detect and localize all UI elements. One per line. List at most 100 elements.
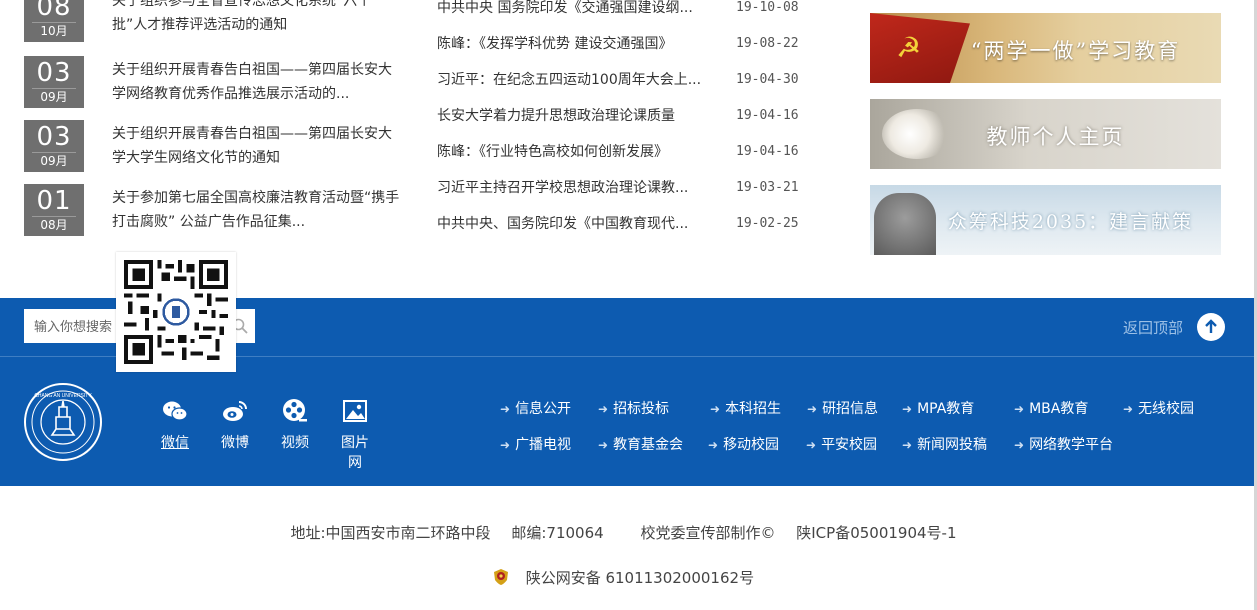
link-label[interactable]: 广播电视: [515, 437, 571, 453]
link-undergrad[interactable]: ➜ 本科招生: [710, 398, 781, 418]
link-label[interactable]: 研招信息: [822, 401, 878, 417]
link-label[interactable]: 网络教学平台: [1029, 437, 1113, 453]
link-info-public[interactable]: ➜ 信息公开: [500, 398, 571, 418]
arrow-right-icon: ➜: [598, 438, 609, 452]
footer-police: 陕公网安备 61011302000162号: [0, 567, 1247, 588]
social-label[interactable]: 视频: [276, 432, 314, 452]
police-badge-icon: [493, 569, 508, 585]
news-title[interactable]: 长安大学着力提升思想政治理论课质量: [437, 106, 707, 126]
news-item[interactable]: 中共中央 国务院印发《交通强国建设纲... 19-10-08: [437, 0, 807, 22]
social-label[interactable]: 图片网: [336, 432, 374, 472]
notice-title[interactable]: 关于参加第七届全国高校廉洁教育活动暨“携手打击腐败” 公益广告作品征集...: [112, 186, 404, 234]
news-item[interactable]: 陈峰：《行业特色高校如何创新发展》 19-04-16: [437, 142, 807, 166]
banner-study-education[interactable]: ☭ “两学一做”学习教育: [870, 13, 1221, 83]
date-box: 03 09月: [24, 56, 84, 108]
news-date: 19-08-22: [736, 36, 799, 51]
notice-item[interactable]: 08 10月 关于组织参与全省宣传思想文化系统“六个一批”人才推荐评选活动的通知: [24, 0, 404, 46]
link-bidding[interactable]: ➜ 招标投标: [598, 398, 669, 418]
social-label[interactable]: 微博: [216, 432, 254, 452]
footer-address: 地址:中国西安市南二环路中段: [290, 524, 491, 542]
link-mba[interactable]: ➜ MBA教育: [1014, 398, 1088, 418]
date-day: 01: [36, 186, 72, 216]
news-title[interactable]: 陈峰：《行业特色高校如何创新发展》: [437, 142, 707, 162]
link-foundation[interactable]: ➜ 教育基金会: [598, 434, 683, 454]
date-box: 03 09月: [24, 120, 84, 172]
date-box: 01 08月: [24, 184, 84, 236]
image-icon: [343, 400, 367, 422]
social-links: 微信 微博 视频 图片网: [156, 398, 374, 472]
arrow-right-icon: ➜: [708, 438, 719, 452]
social-wechat[interactable]: 微信: [156, 398, 194, 472]
link-safe-campus[interactable]: ➜ 平安校园: [806, 434, 877, 454]
link-wireless[interactable]: ➜ 无线校园: [1123, 398, 1194, 418]
notice-title[interactable]: 关于组织开展青春告白祖国——第四届长安大学网络教育优秀作品推选展示活动的...: [112, 58, 404, 106]
news-date: 19-04-30: [736, 72, 799, 87]
link-online-teaching[interactable]: ➜ 网络教学平台: [1014, 434, 1113, 454]
news-date: 19-10-08: [736, 0, 799, 15]
arrow-right-icon: ➜: [1014, 402, 1025, 416]
date-day: 03: [36, 58, 72, 88]
news-item[interactable]: 中共中央、国务院印发《中国教育现代... 19-02-25: [437, 214, 807, 238]
news-item[interactable]: 习近平：在纪念五四运动100周年大会上... 19-04-30: [437, 70, 807, 94]
social-video[interactable]: 视频: [276, 398, 314, 472]
arrow-right-icon: ➜: [598, 402, 609, 416]
link-broadcast[interactable]: ➜ 广播电视: [500, 434, 571, 454]
banner-crowdsource-2035[interactable]: 众筹科技2035：建言献策: [870, 185, 1221, 255]
news-title[interactable]: 习近平主持召开学校思想政治理论课教...: [437, 178, 707, 198]
social-label[interactable]: 微信: [156, 432, 194, 452]
link-mpa[interactable]: ➜ MPA教育: [902, 398, 974, 418]
link-label[interactable]: 移动校园: [723, 437, 779, 453]
link-label[interactable]: 新闻网投稿: [917, 437, 987, 453]
link-grad[interactable]: ➜ 研招信息: [807, 398, 878, 418]
news-title[interactable]: 中共中央、国务院印发《中国教育现代...: [437, 214, 707, 234]
arrow-up-icon[interactable]: [1197, 313, 1225, 341]
footer-icp[interactable]: 陕ICP备05001904号-1: [796, 524, 956, 542]
arrow-right-icon: ➜: [902, 438, 913, 452]
news-item[interactable]: 陈峰：《发挥学科优势 建设交通强国》 19-08-22: [437, 34, 807, 58]
video-icon: [283, 399, 307, 422]
arrow-right-icon: ➜: [806, 438, 817, 452]
back-to-top-button[interactable]: 返回顶部: [1123, 313, 1225, 341]
arrow-right-icon: ➜: [807, 402, 818, 416]
social-weibo[interactable]: 微博: [216, 398, 254, 472]
news-title[interactable]: 陈峰：《发挥学科优势 建设交通强国》: [437, 34, 707, 54]
arrow-right-icon: ➜: [500, 438, 511, 452]
university-logo: CHANG'AN UNIVERSITY: [24, 383, 102, 461]
footer-maker: 校党委宣传部制作©: [640, 524, 776, 542]
notice-item[interactable]: 01 08月 关于参加第七届全国高校廉洁教育活动暨“携手打击腐败” 公益广告作品…: [24, 184, 404, 240]
notice-item[interactable]: 03 09月 关于组织开展青春告白祖国——第四届长安大学大学生网络文化节的通知: [24, 120, 404, 176]
footer-info: 地址:中国西安市南二环路中段 邮编:710064 校党委宣传部制作© 陕ICP备…: [0, 522, 1247, 543]
news-title[interactable]: 习近平：在纪念五四运动100周年大会上...: [437, 70, 707, 90]
notice-item[interactable]: 03 09月 关于组织开展青春告白祖国——第四届长安大学网络教育优秀作品推选展示…: [24, 56, 404, 112]
footer-postcode: 邮编:710064: [511, 524, 604, 542]
link-label[interactable]: 本科招生: [725, 401, 781, 417]
back-to-top-label[interactable]: 返回顶部: [1123, 317, 1183, 338]
link-mobile[interactable]: ➜ 移动校园: [708, 434, 779, 454]
page: 08 10月 关于组织参与全省宣传思想文化系统“六个一批”人才推荐评选活动的通知…: [0, 0, 1257, 610]
link-label[interactable]: 无线校园: [1138, 401, 1194, 417]
banner-teacher-homepage[interactable]: 教师个人主页: [870, 99, 1221, 169]
notice-title[interactable]: 关于组织参与全省宣传思想文化系统“六个一批”人才推荐评选活动的通知: [112, 0, 404, 37]
link-label[interactable]: MPA教育: [917, 401, 974, 417]
link-label[interactable]: 招标投标: [613, 401, 669, 417]
notice-title[interactable]: 关于组织开展青春告白祖国——第四届长安大学大学生网络文化节的通知: [112, 122, 404, 170]
wechat-qr-popup: [116, 252, 236, 372]
news-item[interactable]: 习近平主持召开学校思想政治理论课教... 19-03-21: [437, 178, 807, 202]
weibo-icon: [223, 401, 247, 421]
link-label[interactable]: 平安校园: [821, 437, 877, 453]
arrow-right-icon: ➜: [710, 402, 721, 416]
link-label[interactable]: 教育基金会: [613, 437, 683, 453]
link-label[interactable]: 信息公开: [515, 401, 571, 417]
arrow-right-icon: ➜: [500, 402, 511, 416]
news-item[interactable]: 长安大学着力提升思想政治理论课质量 19-04-16: [437, 106, 807, 130]
svg-text:CHANG'AN UNIVERSITY: CHANG'AN UNIVERSITY: [34, 393, 92, 399]
banner-text: 众筹科技2035：建言献策: [947, 211, 1194, 233]
footer-police-text[interactable]: 陕公网安备 61011302000162号: [526, 569, 754, 587]
link-news-submit[interactable]: ➜ 新闻网投稿: [902, 434, 987, 454]
social-images[interactable]: 图片网: [336, 398, 374, 472]
news-title[interactable]: 中共中央 国务院印发《交通强国建设纲...: [437, 0, 707, 18]
date-box: 08 10月: [24, 0, 84, 42]
arrow-right-icon: ➜: [1014, 438, 1025, 452]
link-label[interactable]: MBA教育: [1029, 401, 1088, 417]
date-day: 08: [36, 0, 72, 22]
